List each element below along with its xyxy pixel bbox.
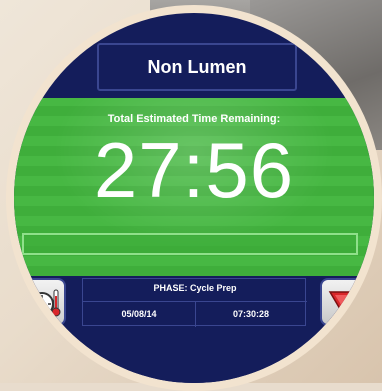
alert-triangle-icon <box>328 291 358 316</box>
time-remaining-value: 27:56 <box>93 126 295 214</box>
abort-alert-button[interactable] <box>320 278 366 326</box>
mode-indicator[interactable]: Non Lumen <box>97 43 297 91</box>
phase-label: PHASE: Cycle Prep <box>153 283 237 293</box>
device-screen: Non Lumen Total Estimated Time Remaining… <box>14 13 374 383</box>
gauge-thermometer-icon <box>30 289 61 317</box>
mode-label: Non Lumen <box>147 56 247 77</box>
time-remaining-label: Total Estimated Time Remaining: <box>107 113 281 125</box>
cycle-progress-bar <box>22 233 358 255</box>
phase-info-panel: PHASE: Cycle Prep 05/08/14 07:30:28 <box>82 278 307 327</box>
date-readout: 05/08/14 <box>121 309 157 319</box>
cycle-settings-button[interactable] <box>22 278 66 326</box>
clock-readout: 07:30:28 <box>232 309 270 319</box>
